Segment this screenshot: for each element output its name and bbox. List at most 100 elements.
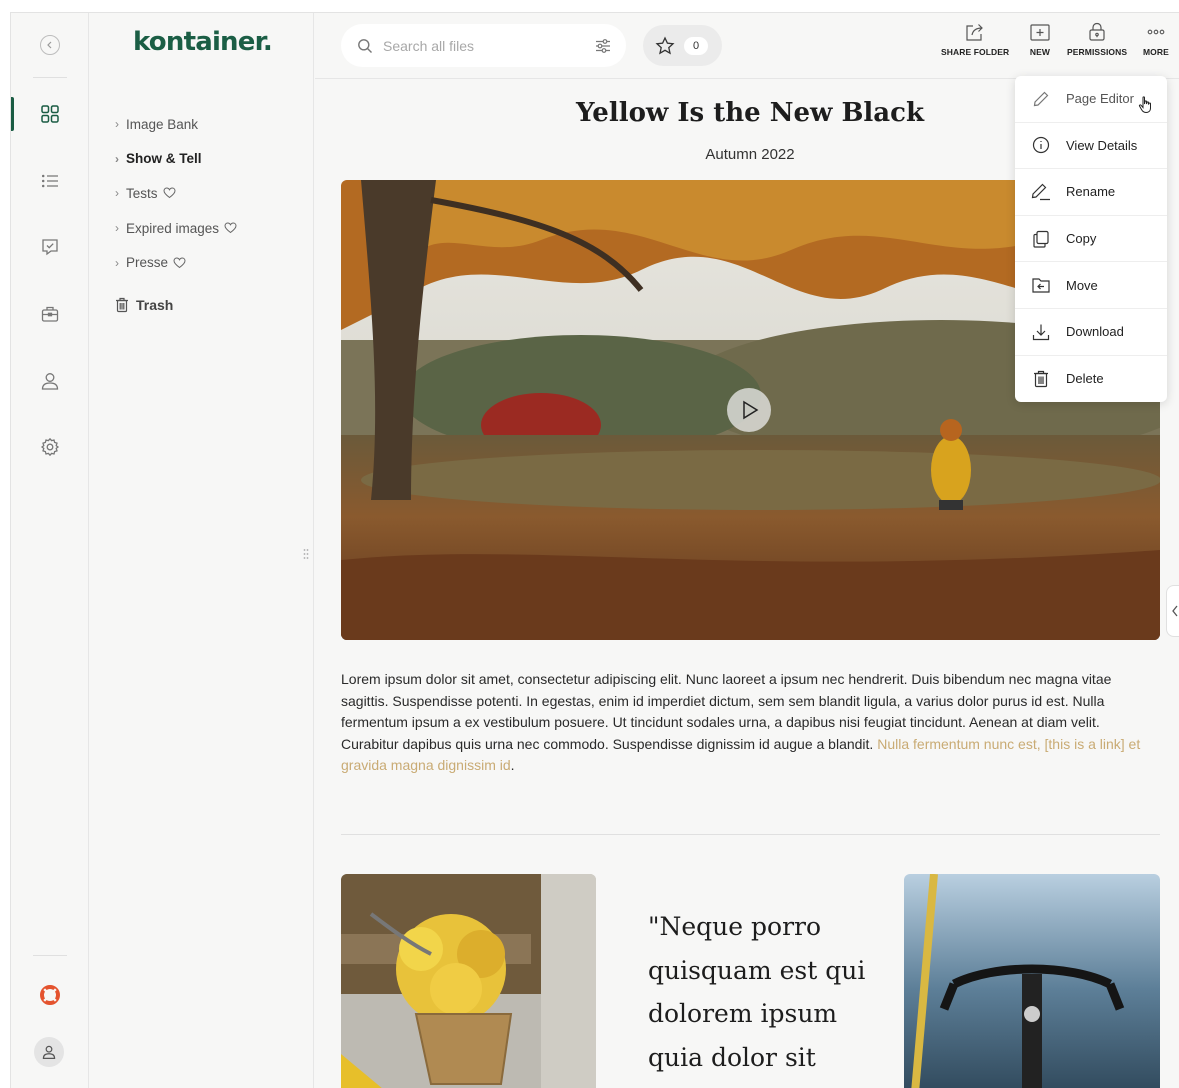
rail-item-approvals[interactable] bbox=[38, 235, 62, 259]
play-button[interactable] bbox=[727, 388, 771, 432]
folder-item-image-bank[interactable]: › Image Bank bbox=[115, 107, 237, 142]
rail-item-settings[interactable] bbox=[38, 435, 62, 459]
search-input[interactable] bbox=[383, 37, 594, 54]
user-icon bbox=[41, 373, 59, 390]
permissions-label: PERMISSIONS bbox=[1067, 47, 1128, 57]
pull-quote: "Neque porro quisquam est qui dolorem ip… bbox=[648, 912, 866, 1088]
bicycle-road-image[interactable] bbox=[904, 874, 1160, 1088]
gear-icon bbox=[40, 437, 60, 457]
rail-item-list[interactable] bbox=[38, 169, 62, 193]
folder-label: Show & Tell bbox=[126, 151, 202, 167]
folder-panel: kontainer. › Image Bank › Show & Tell › … bbox=[89, 13, 314, 1088]
trash-item[interactable]: Trash bbox=[115, 290, 237, 320]
menu-item-delete[interactable]: Delete bbox=[1015, 356, 1167, 403]
chat-check-icon bbox=[42, 239, 58, 256]
chevron-right-icon[interactable]: › bbox=[115, 186, 126, 200]
bicycle-flowers-image[interactable] bbox=[341, 874, 596, 1088]
menu-item-move[interactable]: Move bbox=[1015, 262, 1167, 309]
grid-icon bbox=[41, 105, 59, 123]
trash-label: Trash bbox=[136, 296, 174, 313]
heart-icon[interactable] bbox=[224, 222, 237, 234]
search-bar bbox=[341, 24, 626, 67]
menu-item-download[interactable]: Download bbox=[1015, 309, 1167, 356]
menu-item-label: Page Editor bbox=[1066, 91, 1134, 107]
move-folder-icon bbox=[1032, 278, 1050, 293]
chevron-right-icon[interactable]: › bbox=[115, 221, 126, 235]
menu-item-rename[interactable]: Rename bbox=[1015, 169, 1167, 216]
folder-label: Image Bank bbox=[126, 116, 199, 132]
menu-item-copy[interactable]: Copy bbox=[1015, 216, 1167, 263]
hand-cursor-icon bbox=[1138, 96, 1151, 114]
search-icon bbox=[358, 38, 372, 53]
menu-item-view-details[interactable]: View Details bbox=[1015, 123, 1167, 170]
app-logo[interactable]: kontainer. bbox=[133, 27, 273, 57]
menu-item-label: View Details bbox=[1066, 137, 1138, 153]
more-label: MORE bbox=[1143, 47, 1169, 57]
heart-icon[interactable] bbox=[163, 187, 176, 199]
trash-icon bbox=[1034, 370, 1048, 387]
top-bar: 0 SHARE FOLDER NEW PERMISSIONS MORE bbox=[315, 13, 1179, 79]
rail-item-users[interactable] bbox=[38, 369, 62, 393]
more-dots-icon bbox=[1147, 29, 1165, 35]
rename-icon bbox=[1031, 183, 1050, 201]
permissions-button[interactable]: PERMISSIONS bbox=[1067, 22, 1127, 57]
help-button[interactable] bbox=[38, 983, 62, 1007]
chevron-right-icon[interactable]: › bbox=[115, 117, 126, 131]
new-folder-icon bbox=[1030, 24, 1050, 41]
bicycle-basket-photo bbox=[341, 874, 596, 1088]
section-divider bbox=[341, 834, 1160, 835]
menu-item-label: Rename bbox=[1066, 184, 1116, 200]
chevron-left-icon bbox=[1171, 605, 1178, 617]
star-icon bbox=[655, 35, 675, 54]
folder-label: Presse bbox=[126, 255, 169, 271]
menu-item-label: Move bbox=[1066, 277, 1098, 293]
icon-rail bbox=[11, 13, 89, 1088]
body-text-end: . bbox=[510, 757, 515, 773]
new-button[interactable]: NEW bbox=[1029, 22, 1051, 57]
share-folder-button[interactable]: SHARE FOLDER bbox=[941, 22, 1009, 57]
new-label: NEW bbox=[1029, 47, 1051, 57]
menu-item-label: Download bbox=[1066, 324, 1124, 340]
list-icon bbox=[41, 174, 58, 188]
resize-handle[interactable] bbox=[303, 548, 309, 560]
download-icon bbox=[1032, 324, 1050, 340]
filter-sliders-icon[interactable] bbox=[594, 37, 612, 55]
play-icon bbox=[743, 400, 759, 420]
share-icon bbox=[966, 24, 983, 41]
chevron-right-icon[interactable]: › bbox=[115, 256, 126, 270]
folder-item-expired-images[interactable]: › Expired images bbox=[115, 211, 237, 246]
more-menu: Page Editor View Details Rename Copy Mov… bbox=[1015, 76, 1167, 402]
copy-icon bbox=[1033, 230, 1049, 248]
share-folder-label: SHARE FOLDER bbox=[941, 47, 1010, 57]
folder-item-show-and-tell[interactable]: › Show & Tell bbox=[115, 142, 237, 177]
favorites-button[interactable]: 0 bbox=[643, 25, 722, 66]
info-icon bbox=[1032, 137, 1050, 154]
rail-divider bbox=[33, 77, 67, 78]
menu-item-label: Delete bbox=[1066, 371, 1104, 387]
app-window: kontainer. › Image Bank › Show & Tell › … bbox=[10, 12, 1179, 1088]
body-paragraph: Lorem ipsum dolor sit amet, consectetur … bbox=[341, 669, 1161, 777]
rail-item-briefcase[interactable] bbox=[38, 302, 62, 326]
folder-label: Expired images bbox=[126, 220, 220, 236]
lock-icon bbox=[1089, 22, 1105, 41]
heart-icon[interactable] bbox=[173, 257, 186, 269]
more-button[interactable]: MORE bbox=[1143, 22, 1169, 57]
details-panel-toggle[interactable] bbox=[1166, 585, 1179, 637]
bicycle-handlebar-photo bbox=[904, 874, 1160, 1088]
menu-item-label: Copy bbox=[1066, 231, 1097, 247]
user-avatar-button[interactable] bbox=[34, 1037, 64, 1067]
folder-item-tests[interactable]: › Tests bbox=[115, 176, 237, 211]
user-avatar-icon bbox=[42, 1045, 56, 1059]
chevron-left-icon bbox=[47, 41, 52, 49]
rail-divider-bottom bbox=[33, 955, 67, 956]
favorites-count-badge: 0 bbox=[684, 36, 708, 55]
folder-label: Tests bbox=[126, 185, 158, 201]
chevron-right-icon[interactable]: › bbox=[115, 152, 126, 166]
lifebuoy-icon bbox=[40, 985, 60, 1005]
collapse-rail-button[interactable] bbox=[40, 35, 60, 55]
folder-tree: › Image Bank › Show & Tell › Tests › Exp… bbox=[115, 107, 237, 320]
folder-item-presse[interactable]: › Presse bbox=[115, 245, 237, 280]
rail-active-indicator bbox=[11, 97, 14, 131]
briefcase-icon bbox=[41, 306, 59, 322]
rail-item-grid[interactable] bbox=[38, 102, 62, 126]
